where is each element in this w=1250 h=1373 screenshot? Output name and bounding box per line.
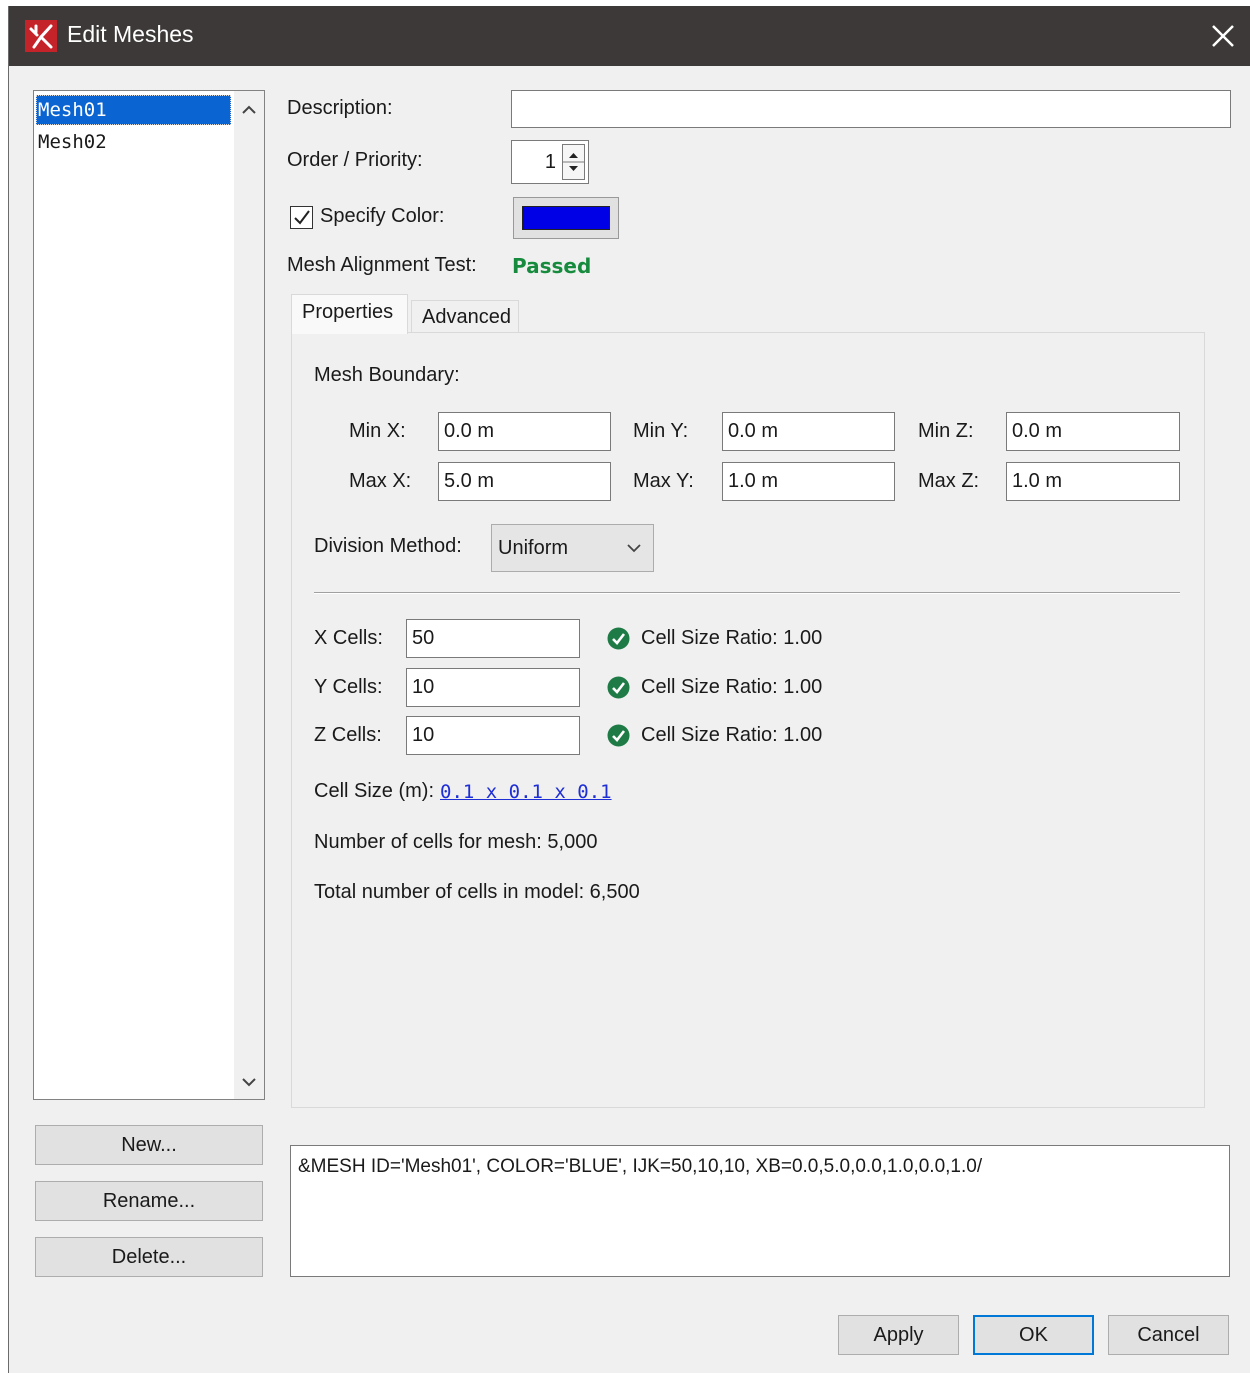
close-icon[interactable] (1205, 18, 1241, 54)
z-ratio-ok-icon (607, 724, 630, 747)
max-x-input[interactable]: 5.0 m (438, 462, 611, 501)
chevron-down-icon (627, 544, 641, 553)
max-y-label: Max Y: (633, 470, 694, 492)
delete-mesh-button[interactable]: Delete... (35, 1237, 263, 1277)
order-label: Order / Priority: (287, 149, 423, 171)
description-input[interactable] (511, 90, 1231, 128)
tab-properties-label: Properties (302, 301, 394, 323)
apply-button[interactable]: Apply (838, 1315, 959, 1355)
min-y-label: Min Y: (633, 420, 689, 442)
edit-meshes-dialog: Edit Meshes Mesh01 Mesh02 New... Rename.… (8, 6, 1250, 1373)
tab-advanced[interactable]: Advanced (411, 300, 519, 334)
fds-output-line: &MESH ID='Mesh01', COLOR='BLUE', IJK=50,… (298, 1156, 983, 1177)
max-z-label: Max Z: (918, 470, 980, 492)
division-method-select[interactable]: Uniform (491, 524, 654, 572)
z-cells-input[interactable]: 10 (406, 716, 580, 755)
mesh-boundary-label: Mesh Boundary: (314, 364, 460, 386)
scroll-up-icon[interactable] (234, 95, 264, 125)
rename-mesh-button[interactable]: Rename... (35, 1181, 263, 1221)
alignment-label: Mesh Alignment Test: (287, 254, 477, 276)
ok-button[interactable]: OK (973, 1315, 1094, 1355)
mesh-list[interactable]: Mesh01 Mesh02 (33, 90, 265, 1100)
app-logo-icon (25, 20, 57, 52)
x-cell-size-ratio: Cell Size Ratio: 1.00 (641, 627, 823, 649)
min-x-input[interactable]: 0.0 m (438, 412, 611, 451)
mesh-cell-count: Number of cells for mesh: 5,000 (314, 831, 598, 853)
min-y-input[interactable]: 0.0 m (722, 412, 895, 451)
x-cells-label: X Cells: (314, 627, 383, 649)
x-ratio-ok-icon (607, 627, 630, 650)
max-z-input[interactable]: 1.0 m (1006, 462, 1180, 501)
list-scrollbar[interactable] (234, 91, 264, 1099)
z-cell-size-ratio: Cell Size Ratio: 1.00 (641, 724, 823, 746)
order-spinner[interactable]: 1 (511, 140, 589, 184)
specify-color-checkbox[interactable] (290, 206, 313, 229)
color-picker-button[interactable] (513, 197, 619, 239)
fds-output-text[interactable]: &MESH ID='Mesh01', COLOR='BLUE', IJK=50,… (290, 1145, 1230, 1277)
new-mesh-button[interactable]: New... (35, 1125, 263, 1165)
alignment-status: Passed (512, 254, 592, 278)
order-value: 1 (544, 151, 556, 173)
tab-advanced-label: Advanced (422, 306, 511, 328)
tab-properties[interactable]: Properties (291, 294, 408, 334)
list-item-mesh02[interactable]: Mesh02 (36, 127, 231, 157)
max-x-label: Max X: (349, 470, 412, 492)
y-cells-input[interactable]: 10 (406, 668, 580, 707)
scroll-down-icon[interactable] (234, 1067, 264, 1097)
min-z-input[interactable]: 0.0 m (1006, 412, 1180, 451)
y-cells-label: Y Cells: (314, 676, 383, 698)
window-title: Edit Meshes (67, 21, 194, 47)
divider (314, 592, 1180, 594)
x-cells-input[interactable]: 50 (406, 619, 580, 658)
y-ratio-ok-icon (607, 676, 630, 699)
list-item-mesh01[interactable]: Mesh01 (36, 95, 231, 125)
spinner-buttons[interactable] (562, 144, 585, 180)
y-cell-size-ratio: Cell Size Ratio: 1.00 (641, 676, 823, 698)
min-x-label: Min X: (349, 420, 406, 442)
z-cells-label: Z Cells: (314, 724, 382, 746)
description-label: Description: (287, 97, 393, 119)
specify-color-label: Specify Color: (320, 205, 445, 227)
division-method-value: Uniform (498, 537, 569, 559)
cell-size-label: Cell Size (m): (314, 780, 435, 802)
min-z-label: Min Z: (918, 420, 974, 442)
total-cell-count: Total number of cells in model: 6,500 (314, 881, 640, 903)
cancel-button[interactable]: Cancel (1108, 1315, 1229, 1355)
max-y-input[interactable]: 1.0 m (722, 462, 895, 501)
cell-size-link[interactable]: 0.1 x 0.1 x 0.1 (440, 781, 612, 803)
division-method-label: Division Method: (314, 535, 462, 557)
title-bar: Edit Meshes (9, 6, 1250, 66)
color-swatch (522, 206, 610, 230)
